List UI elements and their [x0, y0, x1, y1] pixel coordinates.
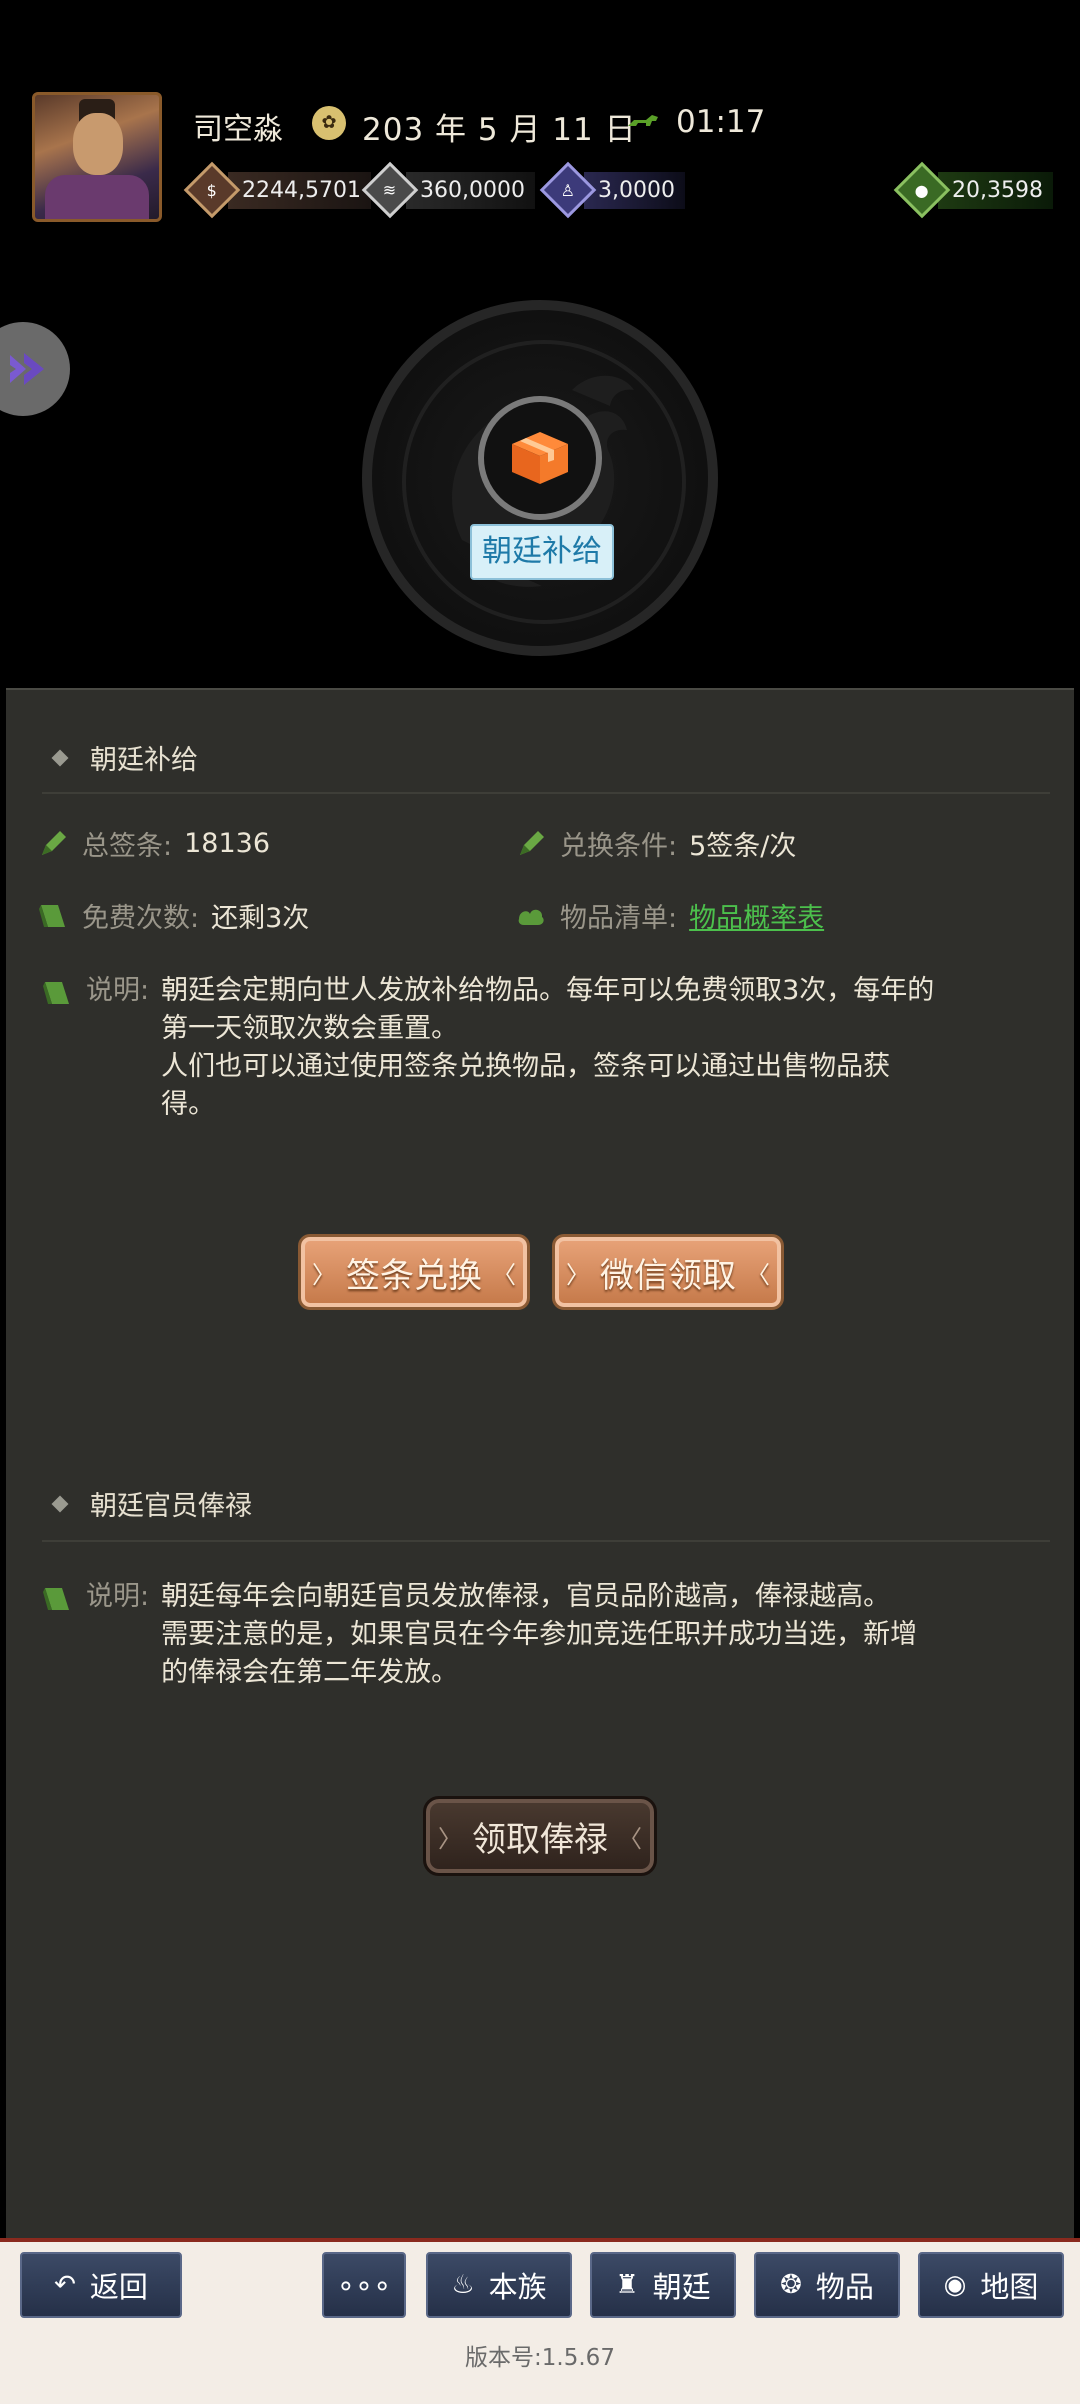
resource-grain-value: 360,0000 [406, 171, 535, 209]
salary-description: 说明: 朝廷每年会向朝廷官员发放俸禄，官员品阶越高，俸禄越高。 需要注意的是，如… [42, 1578, 1052, 1692]
coin-icon: $ [183, 161, 241, 219]
salary-section-title-text: 朝廷官员俸禄 [90, 1491, 252, 1522]
supply-desc-label: 说明: [86, 975, 150, 1006]
side-expand-button[interactable] [0, 322, 70, 416]
clan-icon: ♨ [451, 2270, 475, 2300]
supply-section-title: 朝廷补给 [51, 738, 198, 777]
free-count-label: 免费次数: [82, 903, 200, 934]
more-button[interactable]: ∘∘∘ [322, 2252, 406, 2318]
court-label: 朝廷 [652, 2270, 711, 2304]
exchange-condition-value: 5签条/次 [689, 831, 797, 862]
court-button[interactable]: ♜ 朝廷 [590, 2252, 736, 2318]
player-avatar[interactable] [32, 92, 162, 222]
claim-salary-button[interactable]: 〉 领取俸禄 〈 [423, 1796, 657, 1876]
ticket-exchange-label: 签条兑换 [346, 1255, 482, 1296]
money-bag-icon: ● [893, 161, 951, 219]
scroll-icon [43, 982, 69, 1004]
chevron-left-icon: 〈 [618, 1824, 642, 1853]
chest-icon [512, 432, 568, 484]
chevron-right-icon: 〉 [438, 1824, 462, 1853]
chevron-left-icon: 〈 [746, 1260, 770, 1289]
palace-icon: ♜ [615, 2270, 639, 2300]
soldier-icon: ♙ [539, 161, 597, 219]
avatar-face [73, 113, 123, 175]
scroll-icon [43, 1588, 69, 1610]
resource-soldiers[interactable]: ♙ 3,0000 [539, 161, 685, 219]
divider [42, 792, 1050, 794]
supply-chest-button[interactable] [478, 396, 602, 520]
version-text: 版本号:1.5.67 [465, 2345, 615, 2371]
supply-desc-text: 朝廷会定期向世人发放补给物品。每年可以免费领取3次，每年的 第一天领取次数会重置… [161, 975, 935, 1120]
game-time: 01:17 [676, 104, 766, 140]
supply-description: 说明: 朝廷会定期向世人发放补给物品。每年可以免费领取3次，每年的 第一天领取次… [42, 972, 1052, 1124]
total-tickets-label: 总签条: [82, 831, 173, 862]
wechat-claim-button[interactable]: 〉 微信领取 〈 [552, 1234, 784, 1310]
main-panel: 朝廷补给 总签条: 18136 兑换条件: 5签条/次 免费次数: 还剩3次 物… [6, 688, 1074, 2240]
chevron-right-icon: 〉 [312, 1260, 336, 1289]
total-tickets-value: 18136 [184, 828, 271, 859]
double-chevron-icon [10, 353, 44, 385]
clan-label: 本族 [488, 2270, 547, 2304]
player-name: 司空淼 [193, 112, 283, 147]
calendar-seal-icon: ✿ [312, 106, 346, 140]
supply-badge-label: 朝廷补给 [470, 524, 614, 580]
diamond-bullet-icon [51, 1495, 69, 1512]
item-probability-link[interactable]: 物品概率表 [689, 896, 824, 935]
clan-button[interactable]: ♨ 本族 [426, 2252, 572, 2318]
ticket-exchange-button[interactable]: 〉 签条兑换 〈 [298, 1234, 530, 1310]
item-list-label: 物品清单: [560, 903, 678, 934]
pen-icon [42, 830, 66, 855]
back-button[interactable]: ↶ 返回 [20, 2252, 182, 2318]
pen-icon [520, 830, 544, 855]
divider [42, 1540, 1050, 1542]
items-button[interactable]: ❂ 物品 [754, 2252, 900, 2318]
items-icon: ❂ [780, 2270, 802, 2300]
grain-icon: ≋ [361, 161, 419, 219]
resource-money-bag-value: 20,3598 [938, 171, 1053, 209]
exchange-condition-row: 兑换条件: 5签条/次 [516, 824, 796, 863]
supply-section-title-text: 朝廷补给 [90, 745, 198, 776]
resource-coins-value: 2244,5701 [228, 171, 371, 209]
map-button[interactable]: ◉ 地图 [918, 2252, 1064, 2318]
resource-soldiers-value: 3,0000 [584, 171, 685, 209]
horse-icon [628, 115, 658, 126]
bottom-nav: ↶ 返回 ∘∘∘ ♨ 本族 ♜ 朝廷 ❂ 物品 ◉ 地图 版本号:1.5.67 [0, 2238, 1080, 2404]
resource-grain[interactable]: ≋ 360,0000 [361, 161, 535, 219]
more-dots-icon: ∘∘∘ [336, 2268, 392, 2302]
wechat-claim-label: 微信领取 [600, 1255, 736, 1296]
resource-coins[interactable]: $ 2244,5701 [183, 161, 371, 219]
claim-salary-label: 领取俸禄 [472, 1819, 608, 1860]
free-count-row: 免费次数: 还剩3次 [38, 896, 309, 935]
salary-desc-label: 说明: [86, 1581, 150, 1612]
resource-money-bag[interactable]: ● 20,3598 [893, 161, 1053, 219]
total-tickets-row: 总签条: 18136 [38, 824, 270, 863]
item-list-row: 物品清单: 物品概率表 [516, 896, 824, 935]
globe-icon: ◉ [943, 2270, 967, 2300]
free-count-value: 还剩3次 [211, 903, 310, 934]
scroll-icon [39, 904, 65, 927]
game-date: 203 年 5 月 11 日 [362, 112, 637, 148]
exchange-condition-label: 兑换条件: [560, 831, 678, 862]
salary-section-title: 朝廷官员俸禄 [51, 1484, 252, 1523]
map-label: 地图 [980, 2270, 1039, 2304]
back-arrow-icon: ↶ [54, 2270, 76, 2300]
chevron-left-icon: 〈 [492, 1260, 516, 1289]
chevron-right-icon: 〉 [566, 1260, 590, 1289]
diamond-bullet-icon [51, 749, 69, 766]
items-label: 物品 [815, 2270, 874, 2304]
avatar-robe [45, 175, 149, 219]
back-label: 返回 [89, 2270, 148, 2304]
cloud-scroll-icon [518, 909, 544, 925]
salary-desc-text: 朝廷每年会向朝廷官员发放俸禄，官员品阶越高，俸禄越高。 需要注意的是，如果官员在… [161, 1581, 918, 1688]
